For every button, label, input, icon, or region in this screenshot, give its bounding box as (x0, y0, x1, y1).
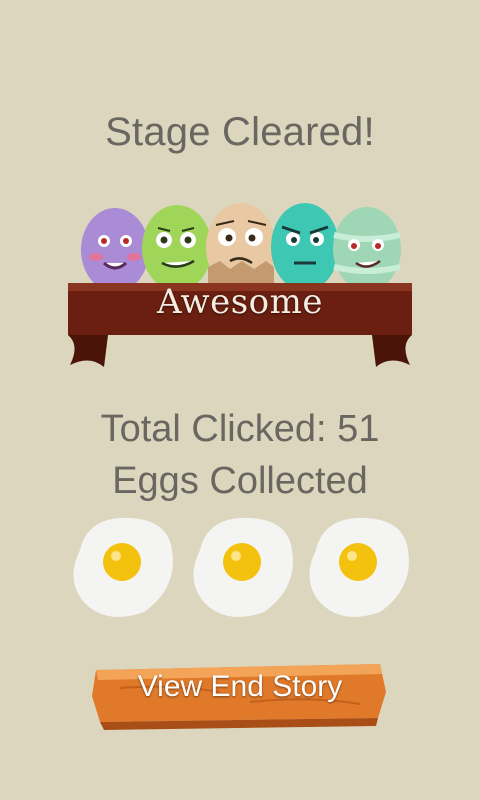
eggs-collected-label: Eggs Collected (112, 460, 368, 502)
fried-egg-icon (73, 517, 173, 617)
total-clicked-label: Total Clicked: 51 (100, 408, 380, 450)
view-end-story-label: View End Story (137, 670, 343, 703)
mint-egg-icon (333, 207, 401, 291)
teal-egg-icon (271, 203, 339, 291)
fried-egg-icon (193, 517, 293, 617)
fried-egg-icon (309, 517, 409, 617)
eggs-collected-row (73, 517, 409, 617)
stage-cleared-title: Stage Cleared! (105, 110, 375, 154)
rating-label: Awesome (156, 282, 324, 322)
purple-egg-icon (81, 208, 149, 292)
tan-egg-icon (206, 203, 276, 291)
view-end-story-button[interactable]: View End Story (90, 652, 390, 732)
green-egg-icon (142, 205, 212, 291)
